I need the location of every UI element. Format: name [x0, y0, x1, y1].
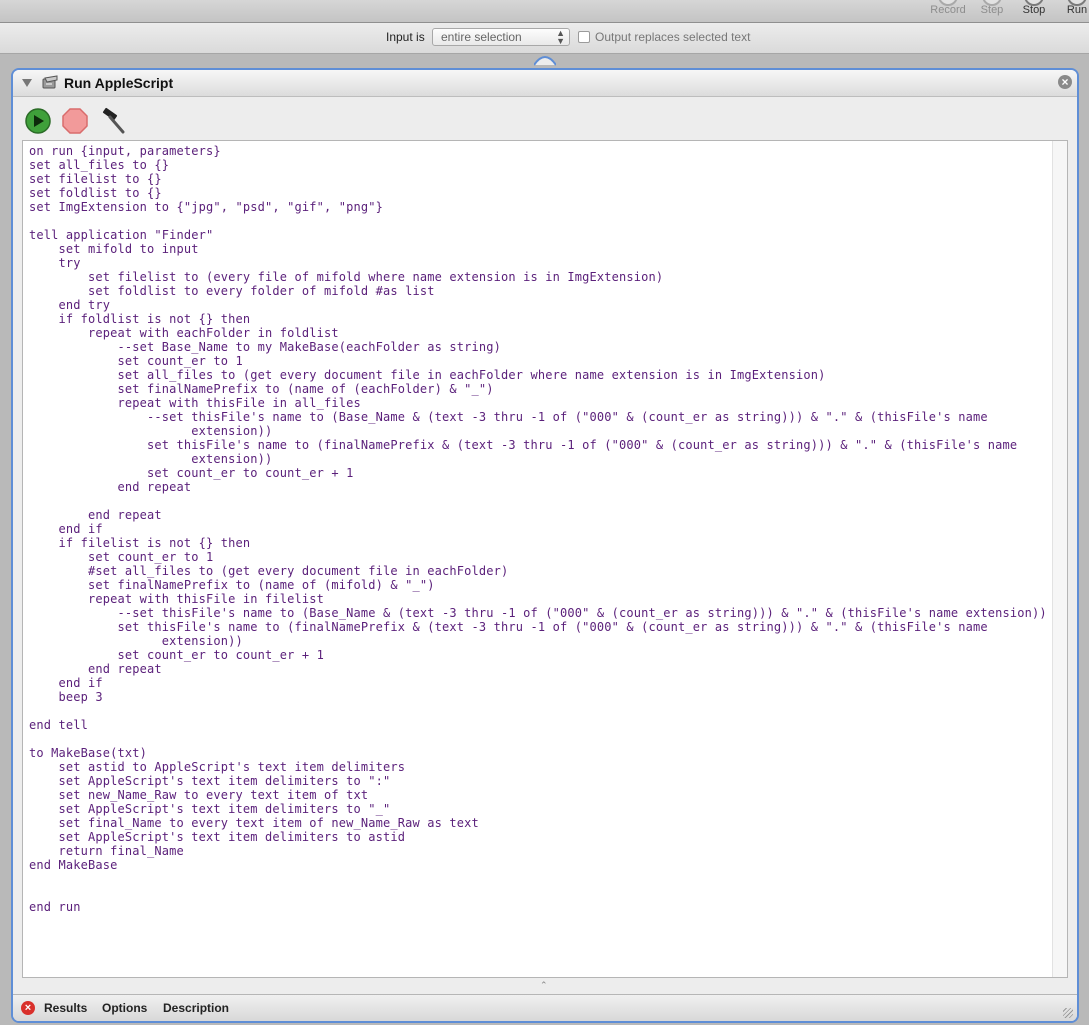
code-line: set filelist to (every file of mifold wh… [29, 270, 664, 284]
disclosure-triangle-icon[interactable] [22, 79, 32, 87]
code-line: set count_er to count_er + 1 [29, 466, 354, 480]
code-line: set new_Name_Raw to every text item of t… [29, 788, 369, 802]
hammer-icon[interactable] [99, 107, 127, 135]
code-line: beep 3 [29, 690, 103, 704]
code-line: if foldlist is not {} then [29, 312, 251, 326]
code-line: try [29, 256, 81, 270]
error-icon: × [21, 1001, 35, 1015]
code-line: on run {input, parameters} [29, 144, 221, 158]
action-title: Run AppleScript [64, 75, 174, 91]
code-line: repeat with thisFile in all_files [29, 396, 361, 410]
code-line: set finalNamePrefix to (name of (mifold)… [29, 578, 435, 592]
output-replaces-label: Output replaces selected text [595, 30, 751, 44]
stop-icon[interactable] [61, 107, 89, 135]
code-line: set AppleScript's text item delimiters t… [29, 802, 391, 816]
run-label: Run [1066, 4, 1088, 16]
run-button[interactable]: Run [1062, 0, 1089, 22]
code-line: set final_Name to every text item of new… [29, 816, 479, 830]
code-line: repeat with thisFile in filelist [29, 592, 324, 606]
code-line: set count_er to 1 [29, 550, 214, 564]
code-line: extension)) [29, 452, 273, 466]
code-line: end if [29, 522, 103, 536]
stop-button[interactable]: Stop [1018, 0, 1050, 22]
code-line: end run [29, 900, 81, 914]
code-line: end repeat [29, 508, 162, 522]
description-tab[interactable]: Description [163, 1001, 229, 1015]
code-line: --set Base_Name to my MakeBase(eachFolde… [29, 340, 501, 354]
results-tab[interactable]: Results [44, 1001, 87, 1015]
input-type-value: entire selection [441, 30, 522, 44]
code-line: set thisFile's name to (finalNamePrefix … [29, 438, 1018, 452]
code-line: set AppleScript's text item delimiters t… [29, 830, 406, 844]
editor-resize-handle[interactable]: ⌃ [540, 980, 548, 991]
code-line: set foldlist to {} [29, 186, 162, 200]
code-line: set AppleScript's text item delimiters t… [29, 774, 391, 788]
code-line: tell application "Finder" [29, 228, 214, 242]
step-label: Step [980, 4, 1004, 16]
code-line: set filelist to {} [29, 172, 162, 186]
code-line: set thisFile's name to (finalNamePrefix … [29, 620, 988, 634]
code-line: end tell [29, 718, 88, 732]
code-line: set count_er to count_er + 1 [29, 648, 324, 662]
code-line: set mifold to input [29, 242, 199, 256]
run-icon[interactable] [24, 107, 52, 135]
code-line: set astid to AppleScript's text item del… [29, 760, 406, 774]
code-line: set finalNamePrefix to (name of (eachFol… [29, 382, 494, 396]
action-footer: × Results Options Description [13, 994, 1077, 1021]
run-applescript-action: Run AppleScript × on run {input, paramet… [11, 68, 1079, 1023]
code-line: end try [29, 298, 111, 312]
code-line: to MakeBase(txt) [29, 746, 147, 760]
input-type-select[interactable]: entire selection ▲ ▼ [432, 28, 570, 46]
applescript-icon [42, 75, 58, 89]
editor-scrollbar[interactable] [1052, 141, 1067, 977]
code-line: end MakeBase [29, 858, 118, 872]
close-icon[interactable]: × [1058, 75, 1072, 89]
window-resize-grip[interactable] [1063, 1008, 1073, 1018]
code-line: --set thisFile's name to (Base_Name & (t… [29, 606, 1047, 620]
code-line: extension)) [29, 634, 243, 648]
code-line: end if [29, 676, 103, 690]
stop-label: Stop [1022, 4, 1046, 16]
input-bar: Input is entire selection ▲ ▼ Output repl… [0, 23, 1089, 54]
code-line: set count_er to 1 [29, 354, 243, 368]
action-connector-icon [534, 56, 556, 66]
code-line: repeat with eachFolder in foldlist [29, 326, 339, 340]
step-button[interactable]: Step [976, 0, 1008, 22]
select-arrows-icon: ▲ ▼ [556, 28, 565, 46]
code-line: if filelist is not {} then [29, 536, 251, 550]
input-is-label: Input is [386, 30, 425, 44]
output-replaces-checkbox[interactable] [578, 31, 590, 43]
record-button[interactable]: Record [926, 0, 970, 22]
script-editor[interactable]: on run {input, parameters} set all_files … [22, 140, 1068, 978]
code-line: --set thisFile's name to (Base_Name & (t… [29, 410, 988, 424]
code-line: end repeat [29, 480, 192, 494]
code-line: set all_files to {} [29, 158, 170, 172]
code-line: set foldlist to every folder of mifold #… [29, 284, 435, 298]
code-line: #set all_files to (get every document fi… [29, 564, 509, 578]
code-line: end repeat [29, 662, 162, 676]
code-line: return final_Name [29, 844, 184, 858]
action-header: Run AppleScript × [13, 70, 1077, 97]
code-line: set ImgExtension to {"jpg", "psd", "gif"… [29, 200, 383, 214]
code-line: set all_files to (get every document fil… [29, 368, 826, 382]
options-tab[interactable]: Options [102, 1001, 147, 1015]
code-line: extension)) [29, 424, 273, 438]
window-toolbar: Record Step Stop Run [0, 0, 1089, 23]
record-label: Record [930, 4, 966, 16]
